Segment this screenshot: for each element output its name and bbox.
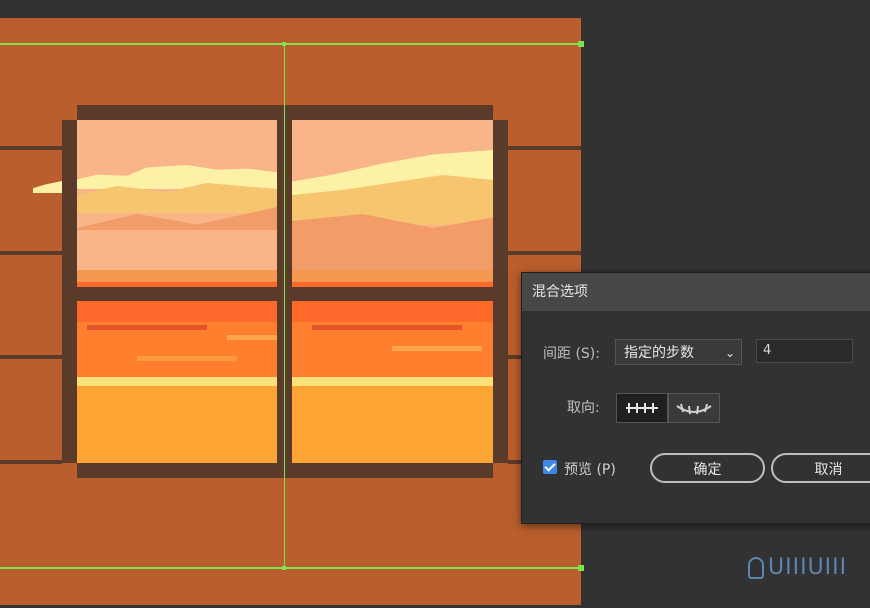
spacing-label: 间距 (S): — [543, 346, 600, 362]
window-frame-top — [77, 105, 493, 120]
orientation-label: 取向: — [567, 400, 600, 416]
preview-label: 预览 (P) — [564, 462, 616, 478]
preview-checkbox[interactable] — [543, 460, 557, 474]
wall-plank-line — [0, 251, 62, 255]
cloud-pixels — [33, 181, 62, 193]
wall-plank-line — [0, 355, 62, 359]
guide-line-bottom[interactable] — [0, 567, 582, 569]
ok-button[interactable]: 确定 — [650, 453, 765, 483]
align-to-page-button[interactable] — [616, 393, 668, 423]
wall-plank-line — [508, 146, 581, 150]
anchor-point[interactable] — [578, 41, 584, 47]
guide-line-top[interactable] — [0, 43, 582, 45]
align-to-page-icon — [626, 403, 658, 413]
wall-plank-line — [0, 146, 62, 150]
spacing-select-value: 指定的步数 — [624, 345, 694, 361]
align-to-path-button[interactable] — [668, 393, 720, 423]
guide-line-vertical[interactable] — [284, 44, 285, 568]
steps-input[interactable]: 4 — [756, 339, 853, 363]
watermark-logo: UIIIUIII — [748, 555, 847, 580]
watermark-text: UIIIUIII — [768, 555, 848, 580]
anchor-point[interactable] — [282, 566, 286, 570]
cancel-button[interactable]: 取消 — [771, 453, 870, 483]
window-frame-right — [493, 120, 508, 463]
spacing-select[interactable]: 指定的步数 ⌄ — [615, 339, 742, 365]
window-mullion-horizontal — [77, 287, 493, 301]
lightbulb-icon — [748, 557, 764, 579]
anchor-point[interactable] — [578, 565, 584, 571]
dialog-title[interactable]: 混合选项 — [522, 273, 870, 311]
blend-options-dialog: 混合选项 间距 (S): 指定的步数 ⌄ 4 取向: 预览 (P) 确定 取消 — [521, 272, 870, 524]
wall-plank-line — [508, 251, 581, 255]
window-frame-bottom — [77, 463, 493, 478]
wall-plank-line — [0, 460, 62, 464]
align-to-path-icon — [676, 403, 712, 415]
artboard[interactable] — [0, 18, 581, 605]
window-frame-left — [62, 120, 77, 463]
chevron-down-icon: ⌄ — [724, 346, 735, 360]
anchor-point[interactable] — [282, 42, 286, 46]
